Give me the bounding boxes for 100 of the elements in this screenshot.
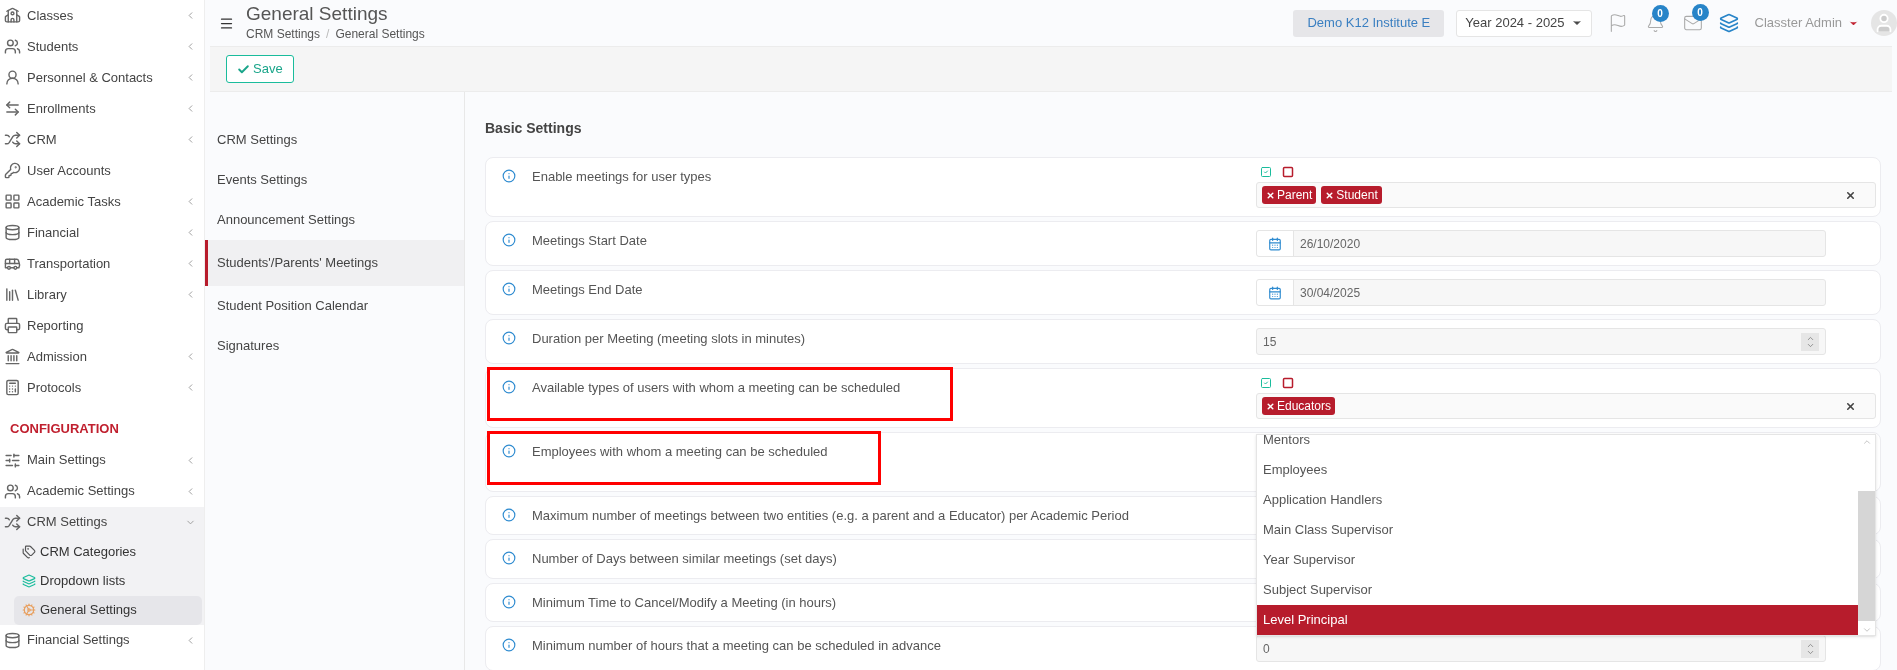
- sidebar-label: Enrollments: [27, 99, 97, 118]
- sidebar-label: Classes: [27, 6, 75, 25]
- sidebar-item[interactable]: Personnel & Contacts: [0, 62, 204, 93]
- sidebar-label: Students: [27, 37, 80, 56]
- number-value: 15: [1263, 333, 1278, 351]
- dropdown-option[interactable]: Year Supervisor: [1257, 545, 1858, 575]
- dropdown-option[interactable]: Main Class Supervisor: [1257, 515, 1858, 545]
- select-all-icon[interactable]: [1260, 377, 1272, 389]
- spinner-icon[interactable]: [1801, 332, 1819, 351]
- settings-tab[interactable]: Students'/Parents' Meetings: [205, 240, 464, 286]
- arrows-icon: [4, 100, 21, 117]
- remove-icon[interactable]: [1266, 401, 1275, 411]
- sidebar-item[interactable]: Library: [0, 279, 204, 310]
- sidebar-item[interactable]: Protocols: [0, 372, 204, 403]
- sidebar-item[interactable]: Admission: [0, 341, 204, 372]
- scrollbar-thumb[interactable]: [1858, 491, 1875, 621]
- sidebar-item[interactable]: Academic Settings: [0, 475, 204, 507]
- sidebar-item[interactable]: Reporting: [0, 310, 204, 341]
- sidebar-item[interactable]: Students: [0, 31, 204, 62]
- clear-icon[interactable]: [1845, 189, 1856, 201]
- deselect-all-icon[interactable]: [1282, 377, 1294, 389]
- info-icon[interactable]: [502, 233, 516, 247]
- settings-tab[interactable]: Events Settings: [205, 160, 464, 200]
- sidebar-item[interactable]: Academic Tasks: [0, 186, 204, 217]
- dropdown-option[interactable]: Employees: [1257, 455, 1858, 485]
- sidebar-label: Library: [27, 285, 68, 304]
- settings-tab[interactable]: Student Position Calendar: [205, 286, 464, 326]
- date-field[interactable]: 26/10/2020: [1256, 230, 1826, 257]
- menu-icon[interactable]: [219, 15, 234, 31]
- submenu-item[interactable]: CRM Categories: [14, 537, 202, 567]
- select-all-icon[interactable]: [1260, 166, 1272, 178]
- dropdown-option[interactable]: Level Principal: [1257, 605, 1858, 635]
- count-badge: 0: [1691, 4, 1709, 21]
- sidebar-item[interactable]: Financial: [0, 217, 204, 248]
- submenu-item[interactable]: Dropdown lists: [14, 566, 202, 596]
- gear-icon: [22, 603, 36, 617]
- sidebar-item[interactable]: Financial Settings: [0, 624, 204, 656]
- setting-label: Meetings End Date: [532, 281, 643, 299]
- submenu-item[interactable]: General Settings: [14, 595, 202, 625]
- spinner-icon[interactable]: [1801, 639, 1819, 658]
- multiselect-field[interactable]: Educators: [1256, 393, 1876, 419]
- setting-label: Minimum number of hours that a meeting can be scheduled in advance: [532, 637, 941, 655]
- sidebar-label: User Accounts: [27, 161, 112, 180]
- breadcrumb-link[interactable]: CRM Settings: [246, 25, 321, 43]
- tag-chip[interactable]: Educators: [1262, 397, 1336, 415]
- setting-label: Employees with whom a meeting can be scheduled: [532, 443, 828, 461]
- sidebar-label: CRM: [27, 130, 58, 149]
- classroom-icon: [4, 7, 21, 24]
- sidebar-item[interactable]: Transportation: [0, 248, 204, 279]
- breadcrumb-separator: /: [326, 26, 330, 43]
- setting-label: Number of Days between similar meetings (set days): [532, 550, 837, 568]
- tag-chip[interactable]: Student: [1321, 186, 1382, 204]
- deselect-all-icon[interactable]: [1282, 166, 1294, 178]
- date-field[interactable]: 30/04/2025: [1256, 279, 1826, 306]
- multiselect-field[interactable]: Parent Student: [1256, 182, 1876, 208]
- settings-tab[interactable]: Announcement Settings: [205, 200, 464, 240]
- calendar-icon[interactable]: [1268, 236, 1282, 251]
- setting-label: Maximum number of meetings between two entities (e.g. a parent and a Educator) per Academic Period: [532, 506, 1129, 525]
- dropdown-option[interactable]: Mentors: [1257, 435, 1858, 455]
- setting-label: Available types of users with whom a meeting can be scheduled: [532, 379, 901, 397]
- key-icon: [4, 162, 21, 179]
- scrollbar[interactable]: [1858, 435, 1875, 635]
- number-field[interactable]: 15: [1256, 328, 1826, 355]
- submenu-label: General Settings: [40, 601, 137, 620]
- info-icon[interactable]: [502, 507, 516, 522]
- tag-chip[interactable]: Parent: [1262, 186, 1317, 204]
- tag-icon: [22, 545, 36, 559]
- sidebar-item[interactable]: Main Settings: [0, 444, 204, 476]
- sidebar-label: Admission: [27, 347, 88, 366]
- dropdown-option[interactable]: Subject Supervisor: [1257, 575, 1858, 605]
- shuffle-icon: [4, 131, 21, 148]
- printer-icon: [4, 317, 21, 334]
- info-icon[interactable]: [502, 594, 516, 609]
- sliders-icon: [4, 451, 21, 469]
- settings-tab[interactable]: Signatures: [205, 326, 464, 366]
- remove-icon[interactable]: [1266, 190, 1275, 200]
- info-icon[interactable]: [502, 282, 516, 296]
- clear-icon[interactable]: [1845, 400, 1856, 412]
- person-icon: [4, 69, 21, 86]
- building-icon: [4, 348, 21, 365]
- year-dropdown[interactable]: Year 2024 - 2025: [1456, 9, 1592, 37]
- info-icon[interactable]: [502, 638, 516, 652]
- info-icon[interactable]: [502, 380, 516, 394]
- shuffle-icon: [4, 513, 21, 531]
- remove-icon[interactable]: [1325, 190, 1335, 200]
- number-field[interactable]: 0: [1256, 635, 1826, 662]
- check-icon: [237, 62, 250, 76]
- coins-icon: [4, 631, 21, 649]
- sidebar-item[interactable]: Classes: [0, 0, 204, 31]
- sidebar-item[interactable]: CRM: [0, 124, 204, 155]
- page-title: General Settings: [246, 3, 389, 25]
- info-icon[interactable]: [502, 444, 516, 458]
- calendar-icon[interactable]: [1268, 285, 1282, 300]
- dropdown-option[interactable]: Application Handlers: [1257, 485, 1858, 515]
- sidebar-item[interactable]: User Accounts: [0, 155, 204, 186]
- info-icon[interactable]: [502, 169, 516, 183]
- settings-tab[interactable]: CRM Settings: [205, 120, 464, 160]
- sidebar-item[interactable]: Enrollments: [0, 93, 204, 124]
- info-icon[interactable]: [502, 331, 516, 345]
- info-icon[interactable]: [502, 551, 516, 565]
